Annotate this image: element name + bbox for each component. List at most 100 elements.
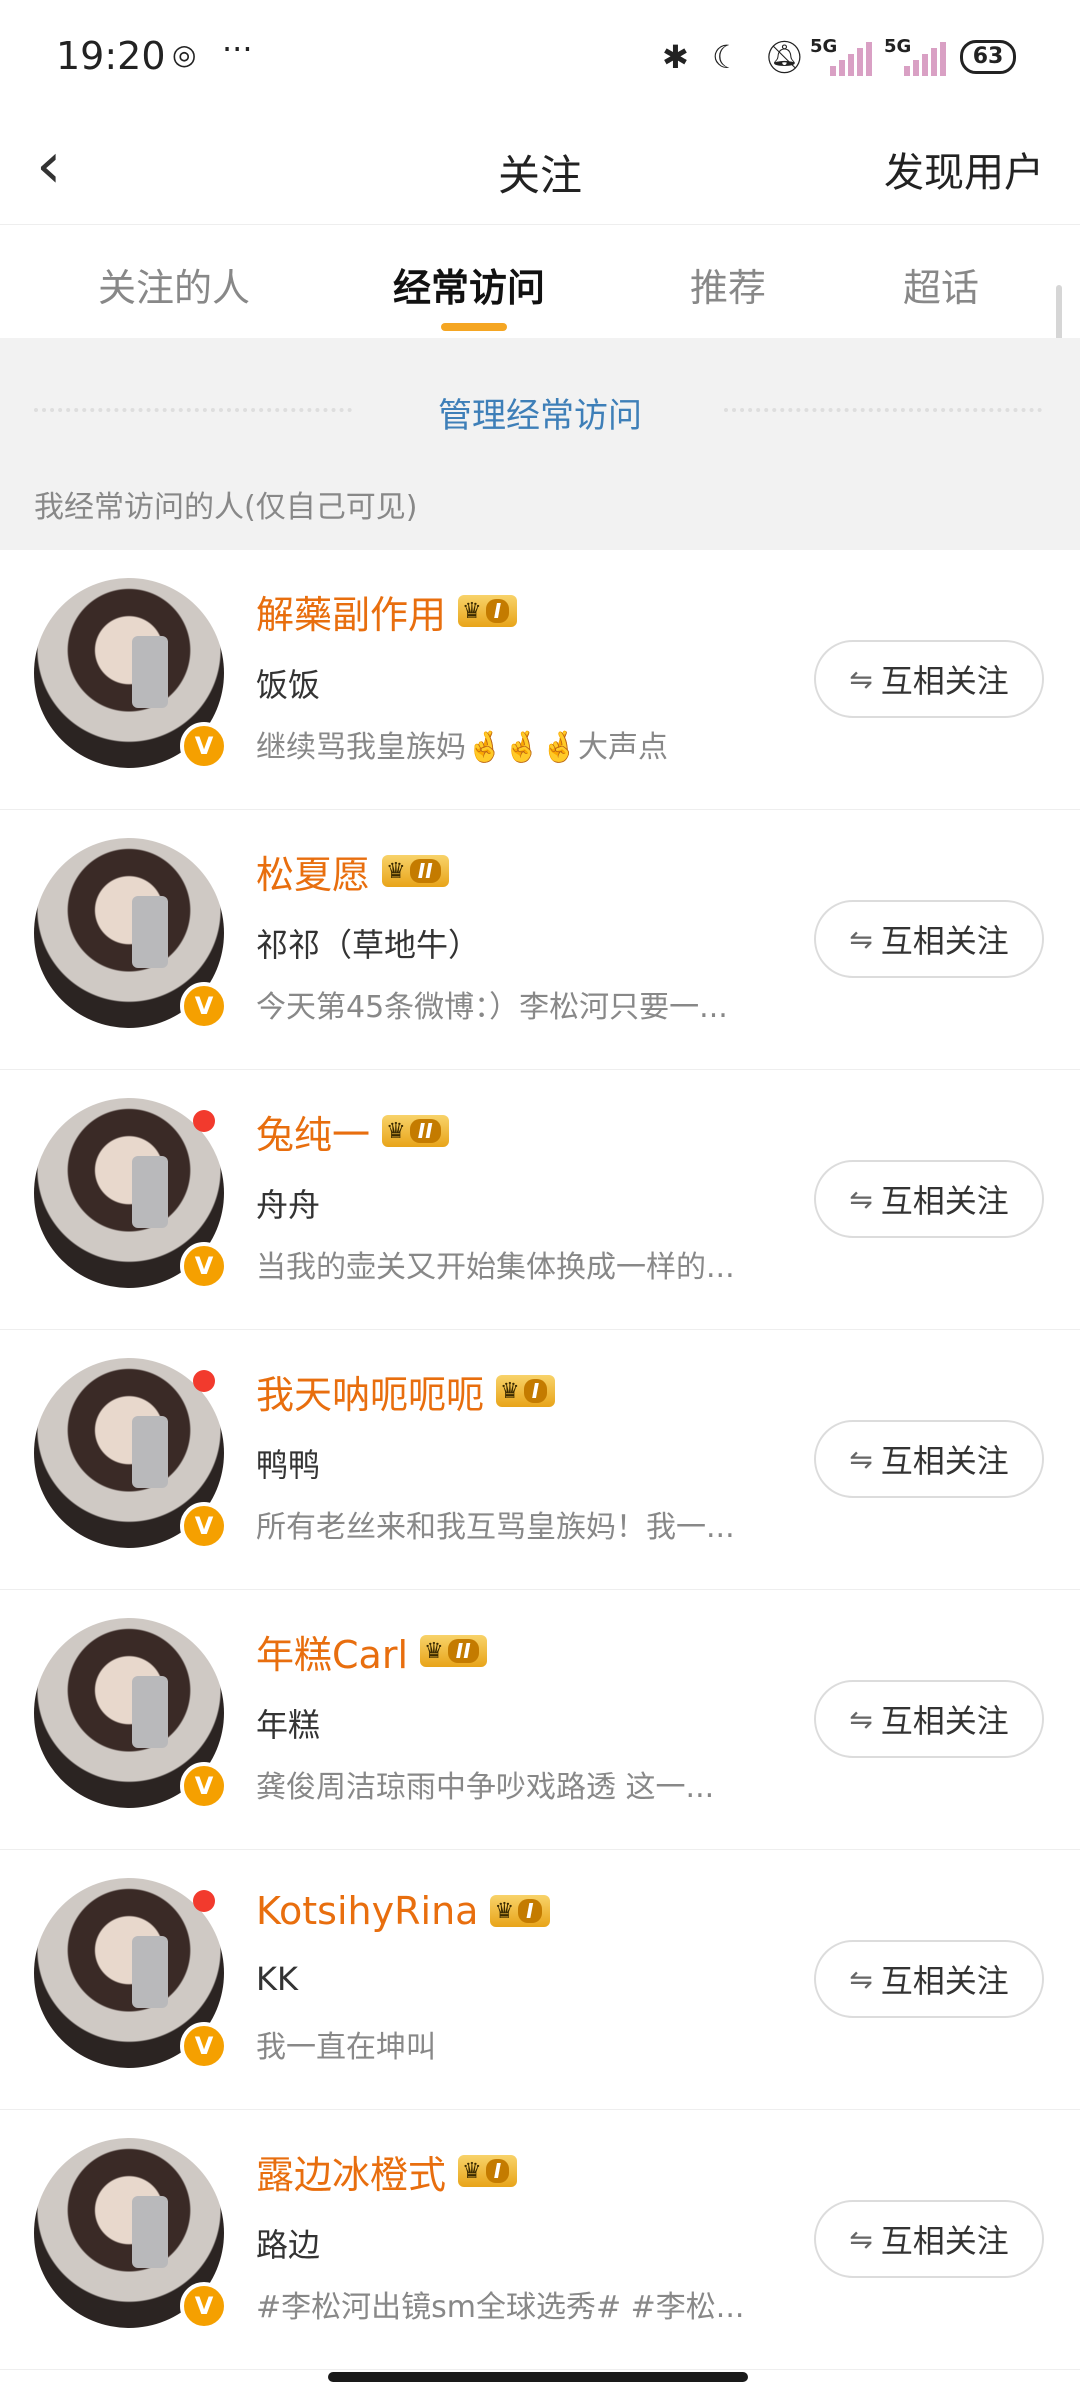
verified-v-icon: V: [180, 1762, 228, 1810]
vip-level-badge: ♛ I: [458, 2155, 518, 2187]
mutual-follow-button[interactable]: ⇋ 互相关注: [814, 1160, 1044, 1238]
mutual-follow-button[interactable]: ⇋ 互相关注: [814, 1940, 1044, 2018]
verified-v-icon: V: [180, 982, 228, 1030]
vip-level: II: [409, 859, 441, 883]
battery-indicator: 63: [960, 40, 1016, 74]
latest-post: 我一直在坤叫: [256, 2030, 436, 2065]
vip-level: I: [523, 1379, 548, 1403]
bluetooth-icon: ✱: [662, 38, 689, 76]
name-line: 松夏愿 ♛ II: [256, 844, 449, 899]
bell-muted-icon: 🔕︎: [764, 38, 805, 76]
tab-super-topic[interactable]: 超话: [903, 257, 979, 312]
manage-frequent-visits-link[interactable]: 管理经常访问: [0, 388, 1080, 437]
divider: [724, 408, 1042, 412]
vip-level-badge: ♛ II: [382, 1115, 449, 1147]
section-header: 管理经常访问 我经常访问的人(仅自己可见): [0, 338, 1080, 550]
tab-recommended[interactable]: 推荐: [690, 257, 766, 312]
name-line: 年糕Carl ♛ II: [256, 1624, 487, 1679]
follow-label: 互相关注: [880, 2222, 1009, 2260]
unread-dot: [193, 1110, 215, 1132]
status-time: 19:20: [56, 34, 166, 78]
user-nickname: 鸭鸭: [256, 1446, 321, 1484]
unread-dot: [193, 1370, 215, 1392]
user-name[interactable]: 年糕Carl: [256, 1624, 408, 1679]
tab-following[interactable]: 关注的人: [98, 257, 250, 312]
verified-v-icon: V: [180, 722, 228, 770]
user-name[interactable]: 兔纯一: [256, 1104, 370, 1159]
user-list: V 解藥副作用 ♛ I 饭饭 继续骂我皇族妈🤞🤞🤞大声点 ⇋ 互相关注 V 松夏…: [0, 550, 1080, 2370]
unread-dot: [193, 1890, 215, 1912]
crown-icon: ♛: [386, 858, 406, 884]
list-item[interactable]: V 兔纯一 ♛ II 舟舟 当我的壶关又开始集体换成一样的... ⇋ 互相关注: [0, 1070, 1080, 1330]
moon-icon: ☾: [712, 38, 741, 76]
latest-post: 当我的壶关又开始集体换成一样的...: [256, 1250, 735, 1285]
follow-label: 互相关注: [880, 1962, 1009, 2000]
status-bar: 19:20 ◎ ··· ✱ ☾ 🔕︎ 5G 5G 63: [0, 0, 1080, 120]
vip-level-badge: ♛ I: [496, 1375, 556, 1407]
crown-icon: ♛: [462, 598, 482, 624]
vip-level: II: [409, 1119, 441, 1143]
user-name[interactable]: KotsihyRina: [256, 1889, 478, 1933]
signal-5g-icon: 5G: [884, 36, 948, 76]
vip-level-badge: ♛ II: [382, 855, 449, 887]
list-item[interactable]: V 松夏愿 ♛ II 祁祁（草地牛） 今天第45条微博：）李松河只要一... ⇋…: [0, 810, 1080, 1070]
list-item[interactable]: V 露边冰橙式 ♛ I 路边 #李松河出镜sm全球选秀# #李松... ⇋ 互相…: [0, 2110, 1080, 2370]
latest-post: 龚俊周洁琼雨中争吵戏路透 这一...: [256, 1770, 715, 1805]
active-tab-indicator: [441, 323, 507, 331]
follow-label: 互相关注: [880, 1442, 1009, 1480]
user-name[interactable]: 松夏愿: [256, 844, 370, 899]
user-name[interactable]: 露边冰橙式: [256, 2144, 446, 2199]
verified-v-icon: V: [180, 1242, 228, 1290]
mutual-arrows-icon: ⇋: [849, 1442, 873, 1476]
name-line: 兔纯一 ♛ II: [256, 1104, 449, 1159]
list-item[interactable]: V KotsihyRina ♛ I KK 我一直在坤叫 ⇋ 互相关注: [0, 1850, 1080, 2110]
home-indicator[interactable]: [328, 2372, 748, 2382]
vip-level: II: [447, 1639, 479, 1663]
latest-post: #李松河出镜sm全球选秀# #李松...: [256, 2290, 745, 2325]
mutual-follow-button[interactable]: ⇋ 互相关注: [814, 640, 1044, 718]
list-item[interactable]: V 解藥副作用 ♛ I 饭饭 继续骂我皇族妈🤞🤞🤞大声点 ⇋ 互相关注: [0, 550, 1080, 810]
vip-level-badge: ♛ I: [490, 1895, 550, 1927]
mutual-follow-button[interactable]: ⇋ 互相关注: [814, 1680, 1044, 1758]
verified-v-icon: V: [180, 1502, 228, 1550]
follow-label: 互相关注: [880, 922, 1009, 960]
user-nickname: 饭饭: [256, 666, 321, 704]
mutual-follow-button[interactable]: ⇋ 互相关注: [814, 1420, 1044, 1498]
user-nickname: 舟舟: [256, 1186, 321, 1224]
name-line: 我天呐呃呃呃 ♛ I: [256, 1364, 556, 1419]
user-name[interactable]: 解藥副作用: [256, 584, 446, 639]
follow-label: 互相关注: [880, 1182, 1009, 1220]
list-item[interactable]: V 我天呐呃呃呃 ♛ I 鸭鸭 所有老丝来和我互骂皇族妈！我一... ⇋ 互相关…: [0, 1330, 1080, 1590]
mutual-arrows-icon: ⇋: [849, 662, 873, 696]
verified-v-icon: V: [180, 2022, 228, 2070]
discover-users-link[interactable]: 发现用户: [884, 140, 1044, 198]
mutual-follow-button[interactable]: ⇋ 互相关注: [814, 900, 1044, 978]
vip-level-badge: ♛ I: [458, 595, 518, 627]
user-name[interactable]: 我天呐呃呃呃: [256, 1364, 484, 1419]
signal-5g-icon: 5G: [810, 36, 874, 76]
verified-v-icon: V: [180, 2282, 228, 2330]
vip-level: I: [518, 1899, 542, 1923]
mutual-arrows-icon: ⇋: [849, 1182, 873, 1216]
crown-icon: ♛: [462, 2158, 482, 2184]
vip-level: I: [485, 2159, 510, 2183]
latest-post: 继续骂我皇族妈🤞🤞🤞大声点: [256, 730, 669, 765]
screen-record-icon: ◎: [172, 38, 197, 71]
mutual-follow-button[interactable]: ⇋ 互相关注: [814, 2200, 1044, 2278]
tab-frequent-visits[interactable]: 经常访问: [393, 257, 545, 312]
latest-post: 今天第45条微博：）李松河只要一...: [256, 990, 728, 1025]
more-dots-icon: ···: [222, 30, 253, 68]
list-item[interactable]: V 年糕Carl ♛ II 年糕 龚俊周洁琼雨中争吵戏路透 这一... ⇋ 互相…: [0, 1590, 1080, 1850]
vip-level: I: [485, 599, 510, 623]
follow-label: 互相关注: [880, 662, 1009, 700]
crown-icon: ♛: [500, 1378, 520, 1404]
follow-label: 互相关注: [880, 1702, 1009, 1740]
vip-level-badge: ♛ II: [420, 1635, 487, 1667]
user-nickname: 路边: [256, 2226, 321, 2264]
mutual-arrows-icon: ⇋: [849, 1702, 873, 1736]
tab-bar: 关注的人 经常访问 推荐 超话: [0, 225, 1080, 337]
section-hint: 我经常访问的人(仅自己可见): [34, 490, 418, 525]
crown-icon: ♛: [424, 1638, 444, 1664]
mutual-arrows-icon: ⇋: [849, 2222, 873, 2256]
crown-icon: ♛: [494, 1898, 515, 1924]
